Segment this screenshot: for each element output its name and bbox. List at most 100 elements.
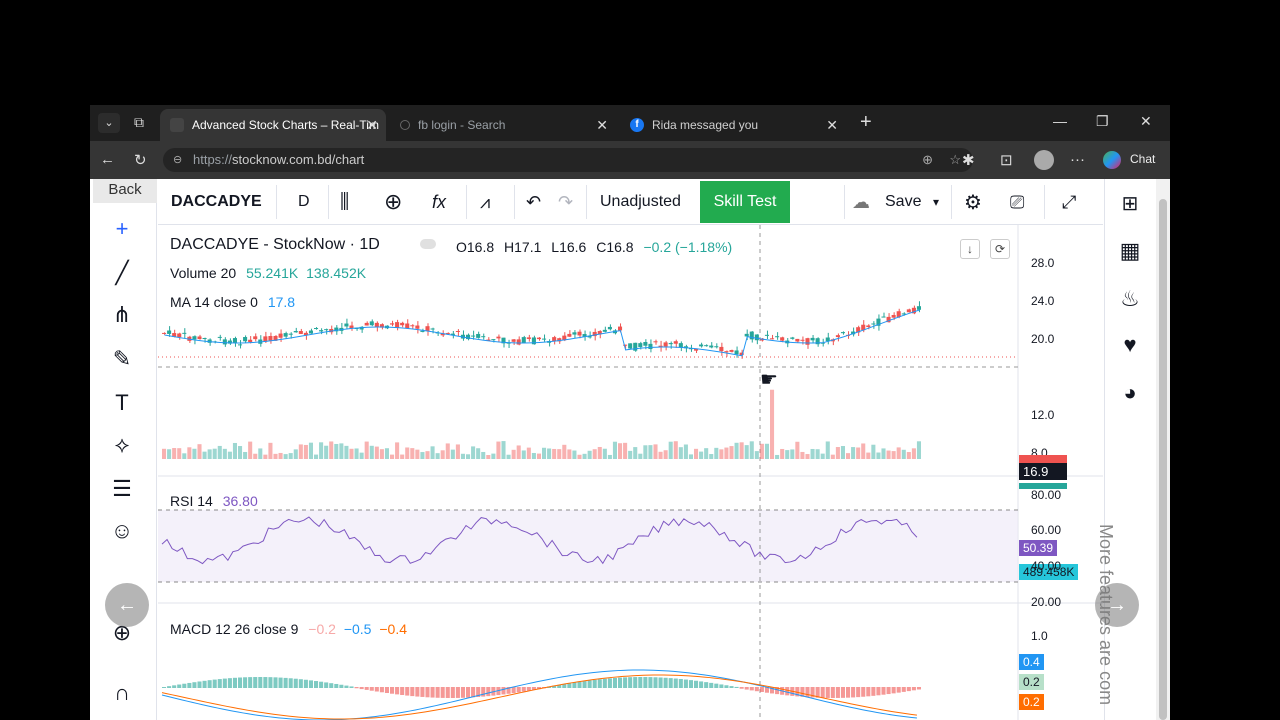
volume-bar <box>628 450 633 459</box>
restore-icon[interactable]: ❐ <box>1096 113 1109 130</box>
volume-bar <box>577 454 582 459</box>
rsi-legend: RSI 14 36.80 <box>170 493 258 509</box>
save-dropdown-icon[interactable]: ▾ <box>933 179 939 225</box>
more-menu-icon[interactable]: ··· <box>1070 151 1085 168</box>
macd-histogram-bar <box>840 687 845 698</box>
templates-icon[interactable]: ⩘ <box>480 179 490 225</box>
symbol-search[interactable]: DACCADYE <box>171 179 262 225</box>
tab-bar: ⌄ ⧉ Advanced Stock Charts – Real-Tim ✕ f… <box>90 105 1170 141</box>
macd-histogram-bar <box>167 686 172 688</box>
volume-bar <box>749 441 754 459</box>
macd-histogram-bar <box>329 683 334 688</box>
collapse-legend-icon[interactable] <box>420 239 436 249</box>
volume-bar <box>699 451 704 459</box>
url-field[interactable]: ⊖ https://stocknow.com.bd/chart ⊕ ☆ <box>163 148 973 172</box>
pie-chart-icon[interactable]: ◕ <box>1116 379 1144 407</box>
screenshot-icon[interactable]: ⊡ <box>1000 151 1013 169</box>
candle-body <box>724 351 729 353</box>
undo-icon[interactable]: ↶ <box>526 179 541 225</box>
back-button[interactable]: Back <box>93 179 157 203</box>
pattern-icon[interactable]: ⟡ <box>108 431 136 459</box>
close-tab-icon[interactable]: ✕ <box>366 117 378 134</box>
volume-bar <box>536 453 541 459</box>
download-icon[interactable]: ↓ <box>960 239 980 259</box>
site-info-icon[interactable]: ⊖ <box>173 148 182 172</box>
fullscreen-icon[interactable]: ⤢ <box>1062 179 1076 225</box>
prev-arrow-icon[interactable]: ← <box>105 583 149 627</box>
profile-avatar-icon[interactable] <box>1034 150 1054 170</box>
volume-bar <box>688 454 693 459</box>
macd-tag-3: 0.2 <box>1019 694 1044 710</box>
extensions-icon[interactable]: ✱ <box>962 151 975 169</box>
volume-bar <box>866 452 871 459</box>
tab-stock-charts[interactable]: Advanced Stock Charts – Real-Tim ✕ <box>160 109 386 141</box>
volume-bar <box>658 451 663 459</box>
next-arrow-icon[interactable]: → <box>1095 583 1139 627</box>
macd-histogram-bar <box>384 687 389 694</box>
tab-title: fb login - Search <box>418 118 506 132</box>
volume-bar <box>709 454 714 459</box>
crosshair-icon[interactable]: + <box>108 215 136 243</box>
back-arrow-icon[interactable]: ← <box>100 151 115 168</box>
volume-bar <box>329 441 334 459</box>
volume-bar <box>881 448 886 459</box>
candle-body <box>536 337 541 340</box>
favorite-star-icon[interactable]: ☆ <box>949 148 961 172</box>
zoom-icon[interactable]: ⊕ <box>922 148 933 172</box>
compare-add-icon[interactable]: ⊕ <box>384 179 402 225</box>
tab-facebook[interactable]: f Rida messaged you ✕ <box>620 109 846 141</box>
close-window-icon[interactable]: ✕ <box>1140 113 1152 130</box>
volume-bar <box>618 443 623 459</box>
price-chart[interactable] <box>158 225 1103 720</box>
settings-gear-icon[interactable]: ⚙ <box>964 179 982 225</box>
page-scrollbar[interactable] <box>1156 179 1170 720</box>
interval-button[interactable]: D <box>298 179 310 225</box>
redo-icon[interactable]: ↷ <box>558 179 573 225</box>
macd-histogram-bar <box>268 677 273 688</box>
volume-bar <box>633 447 638 459</box>
refresh-icon[interactable]: ↻ <box>134 151 147 169</box>
camera-icon[interactable]: ⎚ <box>1010 179 1024 225</box>
candle-body <box>471 335 476 337</box>
candle-body <box>648 343 653 350</box>
tab-fb-search[interactable]: fb login - Search ✕ <box>390 109 616 141</box>
chat-label[interactable]: Chat <box>1130 152 1155 166</box>
fib-retracement-icon[interactable]: ☰ <box>108 475 136 503</box>
new-tab-icon[interactable]: + <box>860 111 872 134</box>
skill-test-button[interactable]: Skill Test <box>700 181 790 223</box>
magnet-icon[interactable]: ∩ <box>108 679 136 707</box>
save-button[interactable]: Save <box>885 179 921 225</box>
volume-bar <box>739 442 744 459</box>
volume-bar <box>780 448 785 459</box>
candle-body <box>577 331 582 336</box>
trendline-icon[interactable]: ╱ <box>108 259 136 287</box>
minimize-icon[interactable]: — <box>1053 113 1067 129</box>
candle-body <box>714 346 719 348</box>
copilot-icon[interactable] <box>1103 151 1121 169</box>
volume-bar <box>719 449 724 459</box>
close-tab-icon[interactable]: ✕ <box>826 117 838 134</box>
candle-type-icon[interactable]: ⫼ <box>340 179 349 225</box>
volume-bar <box>415 449 420 459</box>
close-tab-icon[interactable]: ✕ <box>596 117 608 134</box>
emoji-icon[interactable]: ☺ <box>108 517 136 545</box>
refresh-chart-icon[interactable]: ⟳ <box>990 239 1010 259</box>
gann-fan-icon[interactable]: ⋔ <box>108 301 136 329</box>
workspaces-icon[interactable]: ⧉ <box>134 114 144 131</box>
volume-bar <box>663 450 668 459</box>
volume-bar <box>673 441 678 459</box>
adjustment-button[interactable]: Unadjusted <box>600 179 681 225</box>
volume-bar <box>704 448 709 459</box>
fire-icon[interactable]: ♨ <box>1116 285 1144 313</box>
scrollbar-thumb[interactable] <box>1159 199 1167 720</box>
layout-icon[interactable]: ⊞ <box>1116 189 1144 217</box>
tab-actions-icon[interactable]: ⌄ <box>98 113 120 133</box>
volume-bar <box>638 453 643 459</box>
indicators-icon[interactable]: fx <box>432 179 446 225</box>
volume-bar <box>298 444 303 459</box>
building-icon[interactable]: ▦ <box>1116 237 1144 265</box>
macd-histogram-bar <box>440 687 445 698</box>
text-tool-icon[interactable]: T <box>108 389 136 417</box>
brush-icon[interactable]: ✎ <box>108 345 136 373</box>
heart-icon[interactable]: ♥ <box>1116 331 1144 359</box>
